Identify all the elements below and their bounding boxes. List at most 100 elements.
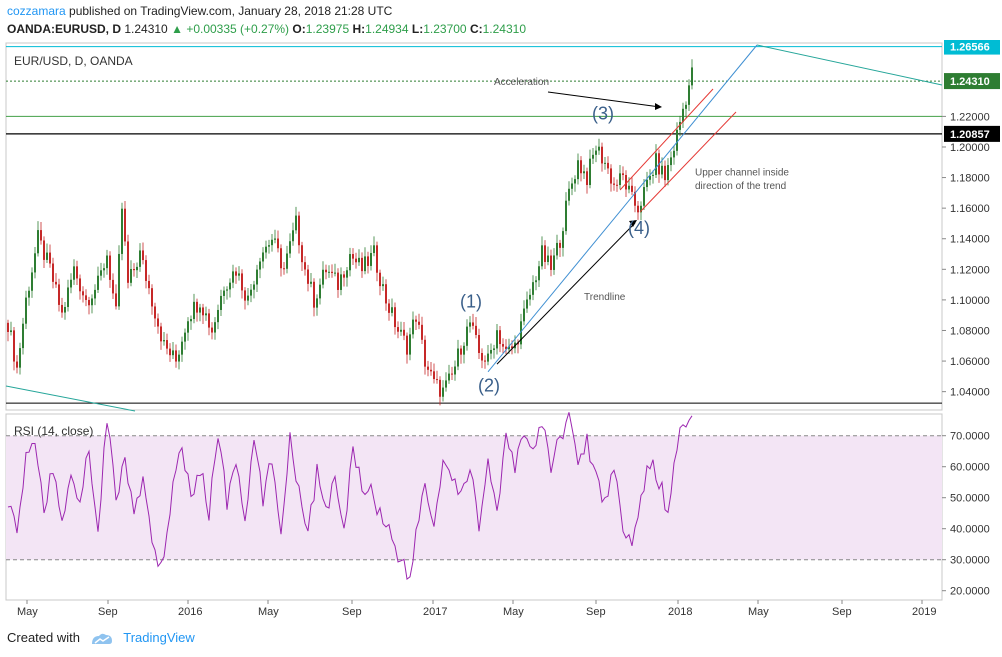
candle-body xyxy=(661,165,663,175)
candle-body xyxy=(148,280,150,289)
up-arrow-icon: ▲ xyxy=(171,22,183,36)
candle-body xyxy=(70,279,72,288)
candle-body xyxy=(442,387,444,397)
price-pane[interactable] xyxy=(5,42,943,411)
candle-body xyxy=(418,321,420,325)
candle-body xyxy=(310,281,312,284)
candle-body xyxy=(667,165,669,181)
rsi-tick-label: 20.0000 xyxy=(950,586,990,598)
candle-body xyxy=(334,272,336,274)
chart-title: EUR/USD, D, OANDA xyxy=(14,54,133,68)
candle-body xyxy=(151,288,153,307)
tradingview-logo-icon xyxy=(91,633,112,644)
candle-body xyxy=(364,256,366,272)
candle-body xyxy=(574,179,576,184)
candle-body xyxy=(673,150,675,158)
candle-body xyxy=(493,348,495,350)
candle-body xyxy=(40,230,42,241)
candle-body xyxy=(22,323,24,349)
candle-body xyxy=(433,371,435,380)
published-text: published on TradingView.com, January 28… xyxy=(69,4,393,18)
candle-body xyxy=(373,245,375,254)
time-tick-label: 2019 xyxy=(912,606,936,618)
candle-body xyxy=(490,349,492,354)
candle-body xyxy=(274,238,276,240)
rsi-tick-label: 70.0000 xyxy=(950,431,990,443)
candle-body xyxy=(121,208,123,254)
candle-body xyxy=(598,146,600,151)
candle-body xyxy=(127,241,129,283)
candle-body xyxy=(271,239,273,246)
candle-body xyxy=(415,319,417,322)
candle-body xyxy=(247,295,249,301)
candle-body xyxy=(652,174,654,176)
candle-body xyxy=(319,284,321,299)
price-chart[interactable]: (1) (2) (3) (4) Acceleration Trendline Upper c… xyxy=(0,40,1002,625)
candle-body xyxy=(391,307,393,313)
time-tick-label: Sep xyxy=(98,606,118,618)
time-axis[interactable]: May Sep 2016 May Sep 2017 May Sep 2018 May Sep 2019 xyxy=(17,600,936,618)
candle-body xyxy=(52,263,54,282)
candle-body xyxy=(205,313,207,316)
candle-body xyxy=(436,379,438,381)
author-link[interactable]: cozzamara xyxy=(7,4,66,18)
candle-body xyxy=(388,303,390,313)
candle-body xyxy=(160,326,162,342)
candle-body xyxy=(91,298,93,306)
candle-body xyxy=(154,306,156,319)
price-badge-label: 1.24310 xyxy=(950,76,990,88)
candle-body xyxy=(325,269,327,273)
candle-body xyxy=(643,187,645,206)
candle-body xyxy=(526,299,528,309)
candle-body xyxy=(439,379,441,397)
time-tick-label: Sep xyxy=(832,606,852,618)
candle-body xyxy=(10,330,12,333)
candle-body xyxy=(304,262,306,270)
candle-body xyxy=(427,366,429,370)
rsi-axis[interactable]: 70.0000 60.0000 50.0000 40.0000 30.0000 20.00… xyxy=(942,431,990,598)
candle-body xyxy=(655,153,657,175)
chart-annotation: Trendline xyxy=(584,292,626,303)
candle-body xyxy=(451,373,453,375)
candle-body xyxy=(646,179,648,188)
candle-body xyxy=(445,380,447,388)
candle-body xyxy=(472,322,474,326)
price-tick-label: 1.12000 xyxy=(950,264,990,276)
rsi-tick-label: 30.0000 xyxy=(950,555,990,567)
candle-body xyxy=(238,273,240,276)
candle-body xyxy=(481,353,483,361)
candle-body xyxy=(670,157,672,166)
price-tick-label: 1.06000 xyxy=(950,356,990,368)
candle-body xyxy=(130,268,132,283)
price-axis[interactable]: 1.04000 1.06000 1.08000 1.10000 1.12000 1.140… xyxy=(942,40,1000,399)
candle-body xyxy=(466,326,468,346)
candle-body xyxy=(523,308,525,322)
candle-body xyxy=(16,361,18,368)
candle-body xyxy=(61,304,63,313)
candle-body xyxy=(85,295,87,300)
time-tick-label: May xyxy=(748,606,769,618)
candle-body xyxy=(73,266,75,280)
candle-body xyxy=(532,282,534,295)
close-label: C: xyxy=(469,22,483,36)
candle-body xyxy=(550,255,552,270)
candle-body xyxy=(112,279,114,294)
candle-body xyxy=(139,250,141,267)
candle-body xyxy=(25,297,27,324)
candle-body xyxy=(217,309,219,323)
candle-body xyxy=(196,301,198,313)
candle-body xyxy=(94,289,96,299)
footer: Created with TradingView xyxy=(7,630,195,646)
candle-body xyxy=(604,162,606,164)
candle-body xyxy=(619,173,621,186)
candle-body xyxy=(412,319,414,335)
candle-body xyxy=(82,291,84,296)
price-tick-label: 1.08000 xyxy=(950,325,990,337)
candle-body xyxy=(178,354,180,362)
candle-body xyxy=(265,246,267,253)
candle-body xyxy=(193,301,195,320)
tradingview-brand-link[interactable]: TradingView xyxy=(123,630,195,645)
candle-body xyxy=(685,104,687,109)
candle-body xyxy=(544,245,546,262)
candle-body xyxy=(628,185,630,190)
